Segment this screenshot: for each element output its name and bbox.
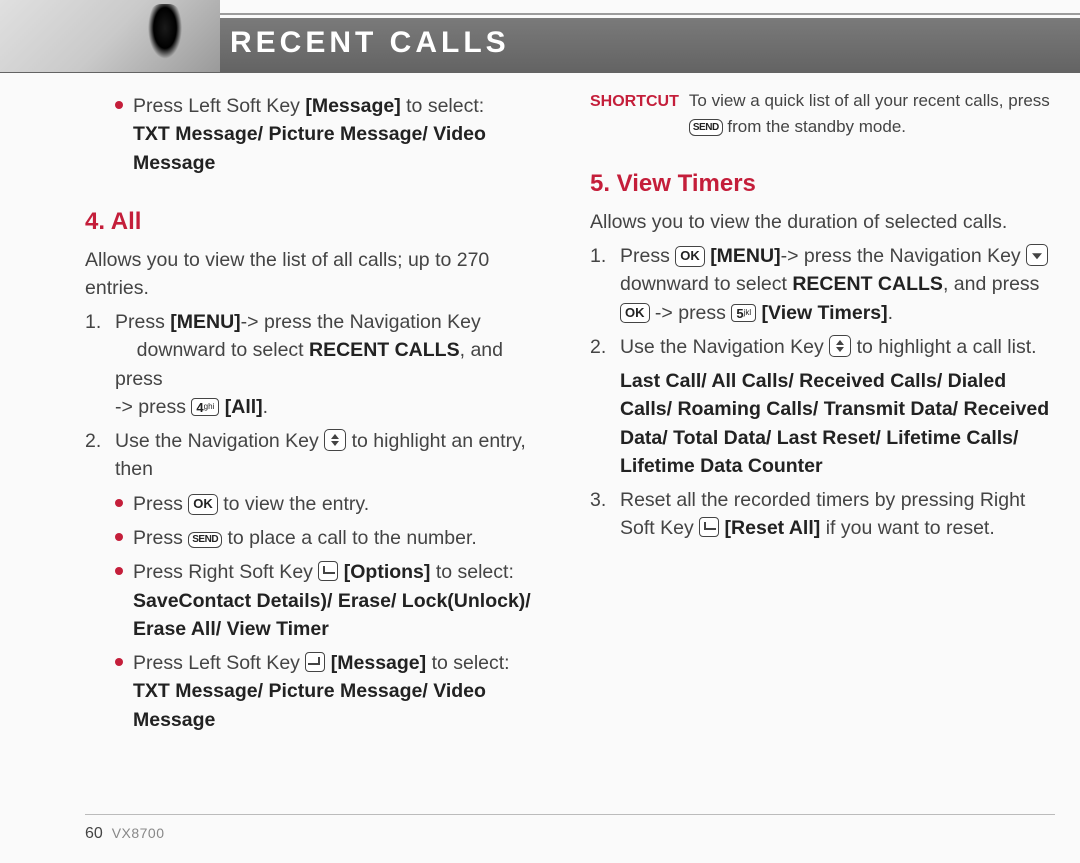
bracket-message: [Message] — [305, 95, 400, 117]
text: Press — [115, 311, 170, 333]
bullet-dot-icon — [115, 567, 123, 575]
text: to highlight a call list. — [857, 336, 1037, 358]
text: -> press the Navigation Key — [241, 311, 481, 333]
step-number: 1. — [85, 308, 105, 421]
page-title: RECENT CALLS — [230, 26, 510, 60]
step-number: 2. — [85, 427, 105, 484]
right-column: SHORTCUT To view a quick list of all you… — [590, 88, 1055, 808]
ok-key-icon: OK — [188, 494, 218, 515]
bracket-view-timers: [View Timers] — [762, 302, 888, 324]
text: if you want to reset. — [826, 517, 995, 539]
sec4-step1: 1. Press [MENU]-> press the Navigation K… — [85, 308, 550, 421]
sec4-sub4: Press Left Soft Key [Message] to select:… — [85, 649, 550, 734]
section-4-intro: Allows you to view the list of all calls… — [85, 246, 550, 303]
bullet-dot-icon — [115, 101, 123, 109]
bullet-dot-icon — [115, 658, 123, 666]
text: downward to select — [620, 273, 792, 295]
footer: 60 VX8700 — [85, 825, 165, 843]
text: To view a quick list of all your recent … — [689, 91, 1050, 110]
sec5-step2: 2. Use the Navigation Key to highlight a… — [590, 333, 1055, 480]
ok-key-icon: OK — [675, 246, 705, 267]
send-key-icon: SEND — [689, 119, 723, 136]
text-bold: SaveContact Details)/ Erase/ Lock(Unlock… — [133, 590, 531, 640]
text: Press — [133, 527, 188, 549]
text: -> press — [655, 302, 731, 324]
text-bold: RECENT CALLS — [792, 273, 943, 295]
nav-key-icon — [829, 335, 851, 357]
send-key-icon: SEND — [188, 532, 222, 549]
text: to select: — [432, 652, 510, 674]
sec5-step3: 3. Reset all the recorded timers by pres… — [590, 486, 1055, 543]
key-5-icon: 5jkl — [731, 304, 756, 322]
sec4-sub3: Press Right Soft Key [Options] to select… — [85, 558, 550, 643]
text-bold: Last Call/ All Calls/ Received Calls/ Di… — [620, 370, 1049, 477]
text: Press Left Soft Key — [133, 95, 305, 117]
page-number: 60 — [85, 825, 103, 842]
text: Use the Navigation Key — [115, 430, 324, 452]
text: Use the Navigation Key — [620, 336, 829, 358]
sec4-sub1: Press OK to view the entry. — [85, 490, 550, 518]
section-4-heading: 4. All — [85, 205, 550, 240]
step-number: 1. — [590, 242, 610, 327]
manual-page: RECENT CALLS Press Left Soft Key [Messag… — [0, 0, 1080, 863]
text: -> press the Navigation Key — [781, 245, 1027, 267]
left-column: Press Left Soft Key [Message] to select:… — [85, 88, 550, 808]
text: downward to select — [137, 339, 309, 361]
section-5-heading: 5. View Timers — [590, 167, 1055, 202]
soft-key-right-icon — [318, 561, 338, 581]
step-number: 2. — [590, 333, 610, 480]
soft-key-left-icon — [305, 652, 325, 672]
nav-key-icon — [324, 429, 346, 451]
bullet-dot-icon — [115, 533, 123, 541]
text: to select: — [436, 561, 514, 583]
header-photo — [0, 0, 220, 72]
text: from the standby mode. — [727, 117, 906, 136]
text-bold: RECENT CALLS — [309, 339, 460, 361]
text: . — [888, 302, 893, 324]
text: Press Right Soft Key — [133, 561, 318, 583]
footer-rule — [85, 814, 1055, 815]
model-number: VX8700 — [112, 825, 165, 841]
bracket-reset-all: [Reset All] — [725, 517, 821, 539]
text: to select: — [406, 95, 484, 117]
text: -> press — [115, 396, 191, 418]
text-bold: TXT Message/ Picture Message/ Video Mess… — [133, 680, 486, 730]
section-5-intro: Allows you to view the duration of selec… — [590, 208, 1055, 236]
nav-down-icon — [1026, 244, 1048, 266]
bracket-options: [Options] — [344, 561, 431, 583]
key-4-icon: 4ghi — [191, 398, 219, 416]
content-columns: Press Left Soft Key [Message] to select:… — [85, 88, 1055, 808]
step-number: 3. — [590, 486, 610, 543]
soft-key-right-icon — [699, 517, 719, 537]
bracket-message: [Message] — [331, 652, 426, 674]
bullet-left-soft-msg: Press Left Soft Key [Message] to select:… — [85, 92, 550, 177]
bracket-menu: [MENU] — [170, 311, 240, 333]
shortcut-row: SHORTCUT To view a quick list of all you… — [590, 88, 1055, 139]
bullet-dot-icon — [115, 499, 123, 507]
text: Press — [133, 493, 188, 515]
text: Press — [620, 245, 675, 267]
text: to view the entry. — [223, 493, 369, 515]
sec4-step2: 2. Use the Navigation Key to highlight a… — [85, 427, 550, 484]
shortcut-label: SHORTCUT — [590, 88, 679, 113]
bracket-menu: [MENU] — [710, 245, 780, 267]
text: Press Left Soft Key — [133, 652, 305, 674]
text: , and press — [943, 273, 1039, 295]
text: to place a call to the number. — [227, 527, 476, 549]
text: . — [263, 396, 268, 418]
bracket-all: [All] — [225, 396, 263, 418]
ok-key-icon: OK — [620, 303, 650, 324]
sec5-step1: 1. Press OK [MENU]-> press the Navigatio… — [590, 242, 1055, 327]
sec4-sub2: Press SEND to place a call to the number… — [85, 524, 550, 552]
text-bold: TXT Message/ Picture Message/ Video Mess… — [133, 123, 486, 173]
